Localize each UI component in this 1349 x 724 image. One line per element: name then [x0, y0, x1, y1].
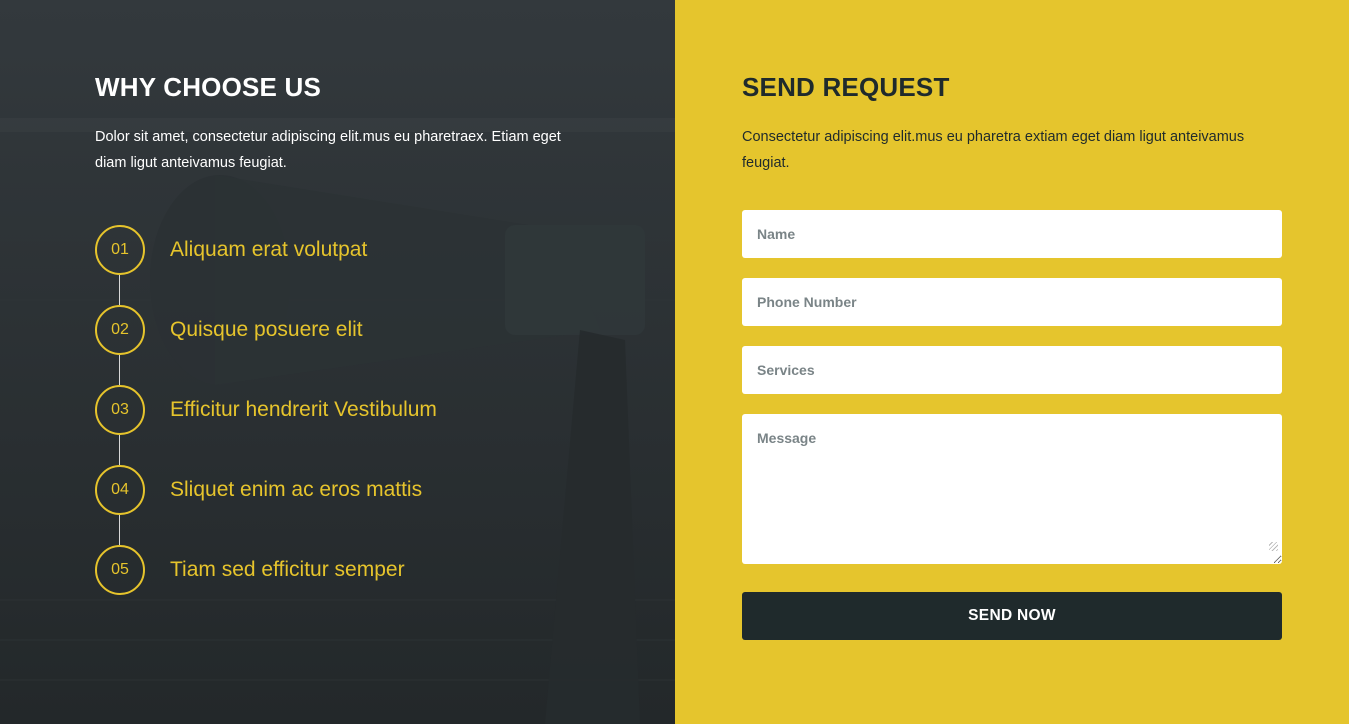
step-connector [119, 435, 120, 465]
feature-label: Efficitur hendrerit Vestibulum [170, 398, 437, 421]
feature-label: Sliquet enim ac eros mattis [170, 478, 423, 501]
why-choose-heading: WHY CHOOSE US [95, 72, 322, 102]
step-number-badge: 02 [95, 305, 145, 355]
step-connector [119, 355, 120, 385]
step-connector [119, 515, 120, 545]
feature-label: Quisque posuere elit [170, 318, 363, 341]
phone-input[interactable] [742, 278, 1282, 326]
resize-handle-icon[interactable] [1269, 542, 1278, 551]
send-request-intro: Consectetur adipiscing elit.mus eu phare… [742, 129, 1245, 171]
step-number-badge: 01 [95, 225, 145, 275]
feature-label: Aliquam erat volutpat [170, 238, 368, 261]
message-textarea[interactable] [742, 414, 1282, 564]
list-item: 04 Sliquet enim ac eros mattis [95, 465, 422, 515]
send-request-heading: SEND REQUEST [742, 72, 950, 102]
name-input[interactable] [742, 210, 1282, 258]
feature-label: Tiam sed efficitur semper [170, 558, 405, 581]
why-choose-intro: Dolor sit amet, consectetur adipiscing e… [95, 129, 561, 171]
services-input[interactable] [742, 346, 1282, 394]
step-number-badge: 04 [95, 465, 145, 515]
step-number-badge: 05 [95, 545, 145, 595]
why-choose-us-section: WHY CHOOSE US Dolor sit amet, consectetu… [0, 0, 675, 724]
list-item: 05 Tiam sed efficitur semper [95, 545, 405, 595]
send-request-section: SEND REQUEST Consectetur adipiscing elit… [675, 0, 1349, 724]
step-number-badge: 03 [95, 385, 145, 435]
step-connector [119, 275, 120, 305]
send-now-button[interactable]: SEND NOW [742, 592, 1282, 640]
list-item: 02 Quisque posuere elit [95, 305, 363, 355]
list-item: 01 Aliquam erat volutpat [95, 225, 367, 275]
list-item: 03 Efficitur hendrerit Vestibulum [95, 385, 437, 435]
